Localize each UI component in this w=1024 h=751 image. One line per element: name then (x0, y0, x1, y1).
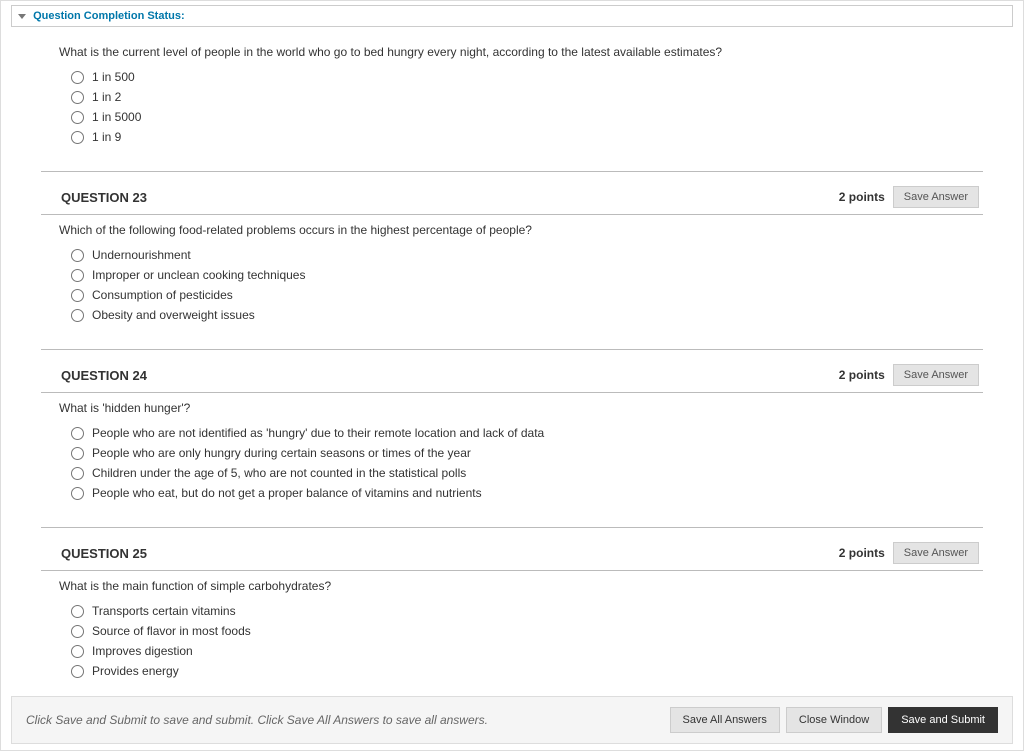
option-label: People who are only hungry during certai… (92, 446, 471, 460)
question-25-prompt: What is the main function of simple carb… (41, 571, 983, 601)
option-label: People who are not identified as 'hungry… (92, 426, 544, 440)
close-window-button[interactable]: Close Window (786, 707, 882, 733)
footer-bar: Click Save and Submit to save and submit… (11, 696, 1013, 744)
question-24-header-right: 2 points Save Answer (839, 364, 983, 386)
radio-q22-0[interactable] (71, 71, 84, 84)
option-label: Children under the age of 5, who are not… (92, 466, 466, 480)
question-24-title: QUESTION 24 (41, 368, 147, 383)
option-row: Provides energy (71, 661, 983, 681)
radio-q23-0[interactable] (71, 249, 84, 262)
radio-q24-0[interactable] (71, 427, 84, 440)
option-label: Obesity and overweight issues (92, 308, 255, 322)
question-22-block: What is the current level of people in t… (41, 31, 983, 172)
radio-q23-1[interactable] (71, 269, 84, 282)
radio-q22-3[interactable] (71, 131, 84, 144)
option-label: People who eat, but do not get a proper … (92, 486, 482, 500)
question-25-block: QUESTION 25 2 points Save Answer What is… (41, 528, 983, 695)
option-row: 1 in 5000 (71, 107, 983, 127)
option-row: Improper or unclean cooking techniques (71, 265, 983, 285)
option-label: Source of flavor in most foods (92, 624, 251, 638)
radio-q23-2[interactable] (71, 289, 84, 302)
radio-q22-1[interactable] (71, 91, 84, 104)
radio-q24-3[interactable] (71, 487, 84, 500)
option-row: Obesity and overweight issues (71, 305, 983, 325)
question-23-header-right: 2 points Save Answer (839, 186, 983, 208)
footer-hint-text: Click Save and Submit to save and submit… (26, 713, 488, 727)
option-row: People who eat, but do not get a proper … (71, 483, 983, 503)
questions-content: What is the current level of people in t… (1, 31, 1023, 695)
chevron-down-icon (18, 14, 26, 19)
option-row: Source of flavor in most foods (71, 621, 983, 641)
completion-status-bar[interactable]: Question Completion Status: (11, 5, 1013, 27)
option-row: People who are not identified as 'hungry… (71, 423, 983, 443)
option-label: Improper or unclean cooking techniques (92, 268, 305, 282)
option-row: 1 in 500 (71, 67, 983, 87)
option-row: 1 in 9 (71, 127, 983, 147)
question-24-block: QUESTION 24 2 points Save Answer What is… (41, 350, 983, 528)
question-25-header: QUESTION 25 2 points Save Answer (41, 534, 983, 571)
option-row: Improves digestion (71, 641, 983, 661)
option-label: 1 in 2 (92, 90, 121, 104)
save-all-answers-button[interactable]: Save All Answers (670, 707, 780, 733)
save-answer-button-q23[interactable]: Save Answer (893, 186, 979, 208)
radio-q25-3[interactable] (71, 665, 84, 678)
completion-status-label: Question Completion Status: (33, 10, 185, 22)
footer-buttons: Save All Answers Close Window Save and S… (670, 707, 998, 733)
question-23-title: QUESTION 23 (41, 190, 147, 205)
question-22-options: 1 in 500 1 in 2 1 in 5000 1 in 9 (41, 67, 983, 161)
option-label: Undernourishment (92, 248, 191, 262)
question-25-header-right: 2 points Save Answer (839, 542, 983, 564)
question-23-prompt: Which of the following food-related prob… (41, 215, 983, 245)
option-row: Transports certain vitamins (71, 601, 983, 621)
option-row: Consumption of pesticides (71, 285, 983, 305)
option-row: 1 in 2 (71, 87, 983, 107)
option-row: People who are only hungry during certai… (71, 443, 983, 463)
save-and-submit-button[interactable]: Save and Submit (888, 707, 998, 733)
option-label: Improves digestion (92, 644, 193, 658)
question-25-points: 2 points (839, 546, 885, 560)
question-23-header: QUESTION 23 2 points Save Answer (41, 178, 983, 215)
option-row: Undernourishment (71, 245, 983, 265)
question-24-prompt: What is 'hidden hunger'? (41, 393, 983, 423)
option-label: Transports certain vitamins (92, 604, 236, 618)
radio-q25-2[interactable] (71, 645, 84, 658)
radio-q22-2[interactable] (71, 111, 84, 124)
option-label: Consumption of pesticides (92, 288, 233, 302)
question-24-points: 2 points (839, 368, 885, 382)
question-25-options: Transports certain vitamins Source of fl… (41, 601, 983, 695)
question-22-prompt: What is the current level of people in t… (41, 37, 983, 67)
save-answer-button-q25[interactable]: Save Answer (893, 542, 979, 564)
option-label: 1 in 5000 (92, 110, 141, 124)
question-25-title: QUESTION 25 (41, 546, 147, 561)
question-24-options: People who are not identified as 'hungry… (41, 423, 983, 517)
radio-q25-0[interactable] (71, 605, 84, 618)
option-label: Provides energy (92, 664, 179, 678)
option-label: 1 in 500 (92, 70, 135, 84)
question-23-block: QUESTION 23 2 points Save Answer Which o… (41, 172, 983, 350)
question-23-options: Undernourishment Improper or unclean coo… (41, 245, 983, 339)
radio-q24-1[interactable] (71, 447, 84, 460)
page-container: Question Completion Status: What is the … (0, 0, 1024, 751)
radio-q25-1[interactable] (71, 625, 84, 638)
radio-q23-3[interactable] (71, 309, 84, 322)
save-answer-button-q24[interactable]: Save Answer (893, 364, 979, 386)
radio-q24-2[interactable] (71, 467, 84, 480)
question-23-points: 2 points (839, 190, 885, 204)
option-label: 1 in 9 (92, 130, 121, 144)
question-24-header: QUESTION 24 2 points Save Answer (41, 356, 983, 393)
option-row: Children under the age of 5, who are not… (71, 463, 983, 483)
